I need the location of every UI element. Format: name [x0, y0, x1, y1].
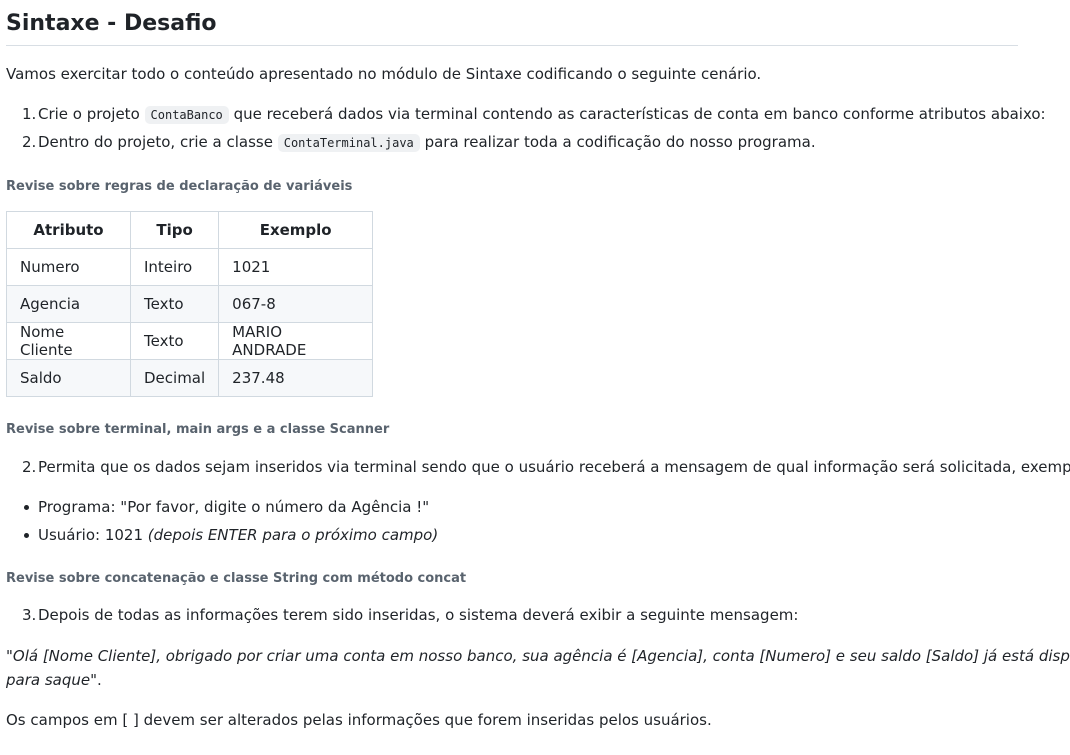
table-header-row: Atributo Tipo Exemplo — [6, 211, 374, 249]
bullet-icon — [24, 505, 29, 510]
bullet-text: Programa: "Por favor, digite o número da… — [38, 498, 430, 516]
list-text: Permita que os dados sejam inseridos via… — [38, 458, 1070, 476]
table-cell: MARIO ANDRADE — [218, 322, 374, 360]
list-item: 1. Crie o projeto ContaBanco que receber… — [22, 102, 1046, 127]
page-title: Sintaxe - Desafio — [6, 11, 217, 36]
column-header: Tipo — [129, 211, 220, 249]
table-cell: Nome Cliente — [6, 322, 131, 360]
table-cell: 237.48 — [218, 359, 374, 397]
list-number: 2. — [22, 133, 37, 151]
table-cell: Saldo — [6, 359, 131, 397]
table-cell: Decimal — [129, 359, 220, 397]
bullet-item: Usuário: 1021 (depois ENTER para o próxi… — [24, 523, 439, 547]
list-text: Depois de todas as informações terem sid… — [38, 606, 799, 624]
inline-code: ContaBanco — [144, 106, 229, 124]
table-cell: 067-8 — [218, 285, 374, 323]
list-text: Crie o projeto — [38, 105, 140, 123]
message-text: para saque" — [6, 671, 98, 689]
title-divider — [6, 45, 1018, 46]
list-item: 2. Dentro do projeto, crie a classe Cont… — [22, 130, 816, 155]
table-row: Numero Inteiro 1021 — [6, 248, 374, 286]
bullet-item: Programa: "Por favor, digite o número da… — [24, 495, 430, 519]
list-number: 3. — [22, 606, 37, 624]
list-number: 2. — [22, 458, 37, 476]
table-row: Saldo Decimal 237.48 — [6, 359, 374, 397]
table-cell: Texto — [129, 285, 220, 323]
list-number: 1. — [22, 105, 37, 123]
list-item: 3. Depois de todas as informações terem … — [22, 603, 799, 627]
review-heading: Revise sobre concatenação e classe Strin… — [6, 571, 467, 586]
list-text: Dentro do projeto, crie a classe — [38, 133, 273, 151]
list-text: que receberá dados via terminal contendo… — [233, 105, 1046, 123]
message-text: "Olá [Nome Cliente], obrigado por criar … — [6, 647, 1070, 665]
list-item: 2. Permita que os dados sejam inseridos … — [22, 455, 1070, 479]
column-header: Atributo — [6, 211, 131, 249]
footer-paragraph: Os campos em [ ] devem ser alterados pel… — [6, 711, 712, 729]
column-header: Exemplo — [218, 211, 374, 249]
review-heading: Revise sobre terminal, main args e a cla… — [6, 422, 390, 437]
table-cell: 1021 — [218, 248, 374, 286]
table-cell: Inteiro — [129, 248, 220, 286]
message-paragraph: "Olá [Nome Cliente], obrigado por criar … — [6, 644, 1070, 692]
intro-paragraph: Vamos exercitar todo o conteúdo apresent… — [6, 65, 762, 83]
table-row: Agencia Texto 067-8 — [6, 285, 374, 323]
table-cell: Texto — [129, 322, 220, 360]
review-heading: Revise sobre regras de declaração de var… — [6, 179, 353, 194]
table-cell: Agencia — [6, 285, 131, 323]
list-text: para realizar toda a codificação do noss… — [424, 133, 816, 151]
message-period: . — [97, 671, 102, 689]
bullet-icon — [24, 533, 29, 538]
bullet-text: Usuário: 1021 — [38, 526, 143, 544]
attributes-table: Atributo Tipo Exemplo Numero Inteiro 102… — [6, 211, 374, 397]
bullet-note: (depois ENTER para o próximo campo) — [147, 526, 439, 544]
table-cell: Numero — [6, 248, 131, 286]
inline-code: ContaTerminal.java — [277, 134, 420, 152]
table-row: Nome Cliente Texto MARIO ANDRADE — [6, 322, 374, 360]
